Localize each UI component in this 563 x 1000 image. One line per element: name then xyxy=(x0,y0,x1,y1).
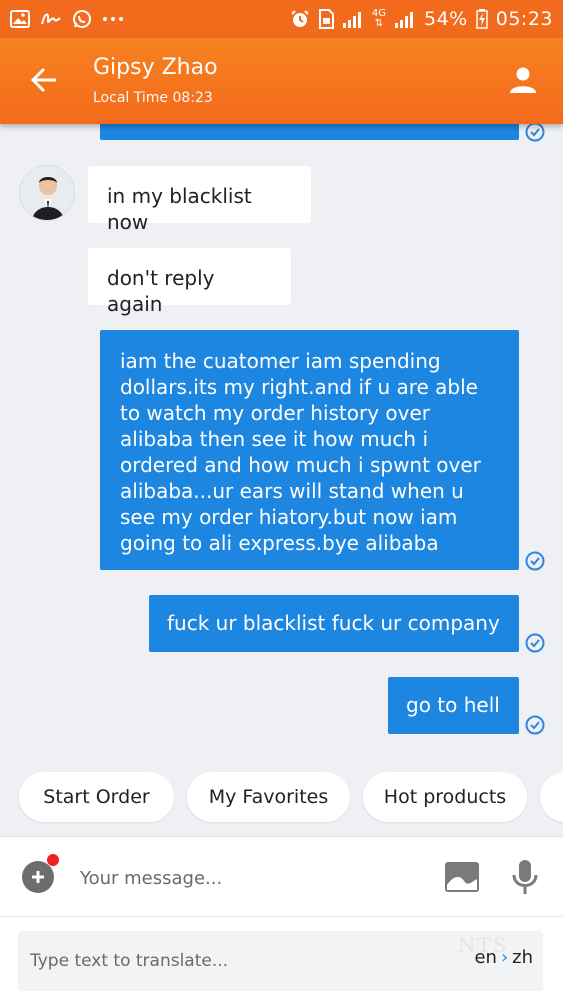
incoming-message-1-text: in my blacklist now xyxy=(107,184,252,234)
clock: 05:23 xyxy=(495,8,553,30)
send-image-button[interactable] xyxy=(444,861,480,893)
data-arrows-icon: ⇅ xyxy=(374,18,384,29)
signal-strength-2-icon xyxy=(394,10,416,28)
contact-local-time: Local Time 08:23 xyxy=(93,90,213,106)
source-language: en xyxy=(474,947,497,968)
avatar-image xyxy=(20,166,74,220)
back-arrow-icon xyxy=(30,67,56,93)
notification-dot xyxy=(47,854,59,866)
target-language: zh xyxy=(512,947,533,968)
quick-reply-label: Hot products xyxy=(383,786,507,808)
contact-name: Gipsy Zhao xyxy=(93,55,218,80)
image-icon xyxy=(445,862,479,892)
quick-reply-label: Start Order xyxy=(43,786,150,808)
battery-charging-icon xyxy=(475,9,488,29)
outgoing-message-2-text: fuck ur blacklist fuck ur company xyxy=(167,611,500,635)
read-check-icon xyxy=(525,633,545,653)
contact-profile-button[interactable] xyxy=(505,62,541,98)
outgoing-message-3-text: go to hell xyxy=(406,693,500,717)
back-button[interactable] xyxy=(26,62,62,98)
add-attachment-button[interactable] xyxy=(22,861,54,893)
translate-input[interactable] xyxy=(30,946,430,976)
quick-reply-partial[interactable] xyxy=(540,772,563,822)
translate-bar: NTS en › zh xyxy=(0,916,563,1000)
plus-icon xyxy=(32,871,44,883)
sim-card-icon xyxy=(318,9,334,29)
outgoing-message-1: iam the cuatomer iam spending dollars.it… xyxy=(100,330,519,570)
incoming-message-2: don't reply again xyxy=(88,248,291,316)
status-right: 4G ⇅ 54% 05:23 xyxy=(290,8,553,30)
message-composer xyxy=(0,836,563,916)
whatsapp-notification-icon xyxy=(72,9,92,29)
quick-reply-start-order[interactable]: Start Order xyxy=(19,772,174,822)
signal-strength-icon xyxy=(342,10,364,28)
signature-notification-icon xyxy=(40,10,62,28)
incoming-message-1: in my blacklist now xyxy=(88,166,311,234)
quick-reply-my-favorites[interactable]: My Favorites xyxy=(187,772,350,822)
quick-reply-label: My Favorites xyxy=(208,786,329,808)
outgoing-message-1-text: iam the cuatomer iam spending dollars.it… xyxy=(120,349,481,555)
status-left xyxy=(10,9,124,29)
read-check-icon xyxy=(525,715,545,735)
microphone-icon xyxy=(512,860,538,894)
gallery-notification-icon xyxy=(10,10,30,28)
outgoing-message-2: fuck ur blacklist fuck ur company xyxy=(149,595,519,652)
quick-reply-hot-products[interactable]: Hot products xyxy=(363,772,527,822)
read-check-icon xyxy=(525,122,545,142)
chevron-right-icon: › xyxy=(500,947,509,968)
incoming-message-2-text: don't reply again xyxy=(107,266,215,316)
language-switch-button[interactable]: en › zh xyxy=(474,947,533,968)
chat-screen: 4G ⇅ 54% 05:23 Gipsy Zhao Local Time 08:… xyxy=(0,0,563,1000)
battery-percent: 54% xyxy=(424,8,468,30)
voice-input-button[interactable] xyxy=(511,859,539,895)
quick-replies: Start Order My Favorites Hot products xyxy=(0,772,563,824)
alarm-icon xyxy=(290,9,310,29)
outgoing-message-3: go to hell xyxy=(388,677,519,734)
chat-header: Gipsy Zhao Local Time 08:23 xyxy=(0,38,563,124)
status-bar: 4G ⇅ 54% 05:23 xyxy=(0,0,563,38)
contact-avatar[interactable] xyxy=(19,165,75,221)
more-notifications-icon xyxy=(102,16,124,22)
network-type-icon: 4G ⇅ xyxy=(372,9,386,29)
translate-box: NTS en › zh xyxy=(18,931,543,991)
read-check-icon xyxy=(525,551,545,571)
message-input[interactable] xyxy=(80,863,420,893)
person-icon xyxy=(510,67,536,93)
